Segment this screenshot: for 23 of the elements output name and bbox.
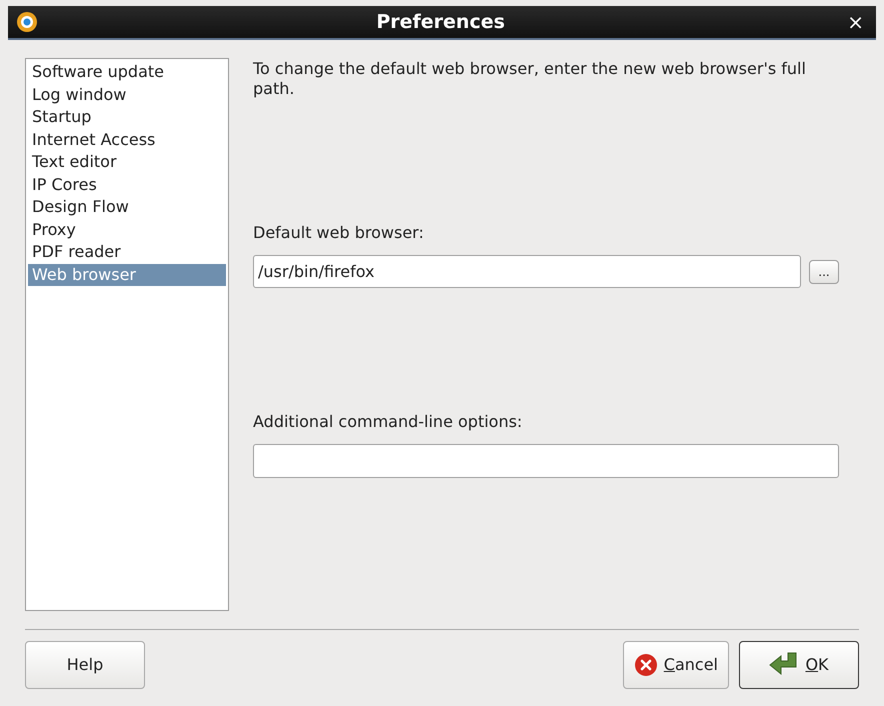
- category-item[interactable]: Proxy: [28, 218, 226, 241]
- cancel-icon: [634, 653, 658, 677]
- category-item[interactable]: Design Flow: [28, 196, 226, 218]
- cancel-button[interactable]: Cancel: [622, 641, 729, 689]
- field-label: Default web browser:: [253, 222, 425, 244]
- close-button[interactable]: ×: [843, 12, 868, 32]
- options-field[interactable]: [253, 444, 839, 478]
- category-item[interactable]: Log window: [28, 84, 226, 106]
- category-item[interactable]: Text editor: [28, 151, 226, 174]
- description-text: To change the default web browser, enter the new web browser's full path.: [253, 59, 807, 99]
- arrow-icon: [769, 652, 800, 678]
- ok-button[interactable]: OK: [739, 641, 859, 689]
- category-item[interactable]: Internet Access: [28, 128, 226, 151]
- category-item[interactable]: Startup: [28, 106, 226, 128]
- browse-button[interactable]: ...: [809, 260, 839, 284]
- app-logo-icon: [16, 11, 38, 33]
- browser-path-field[interactable]: /usr/bin/firefox: [253, 255, 801, 288]
- window-title: Preferences: [375, 10, 506, 35]
- category-item[interactable]: PDF reader: [28, 241, 226, 264]
- category-item[interactable]: Software update: [28, 61, 226, 84]
- field-label: Additional command-line options:: [253, 411, 524, 433]
- category-item[interactable]: IP Cores: [28, 174, 226, 196]
- help-button[interactable]: Help: [25, 641, 145, 689]
